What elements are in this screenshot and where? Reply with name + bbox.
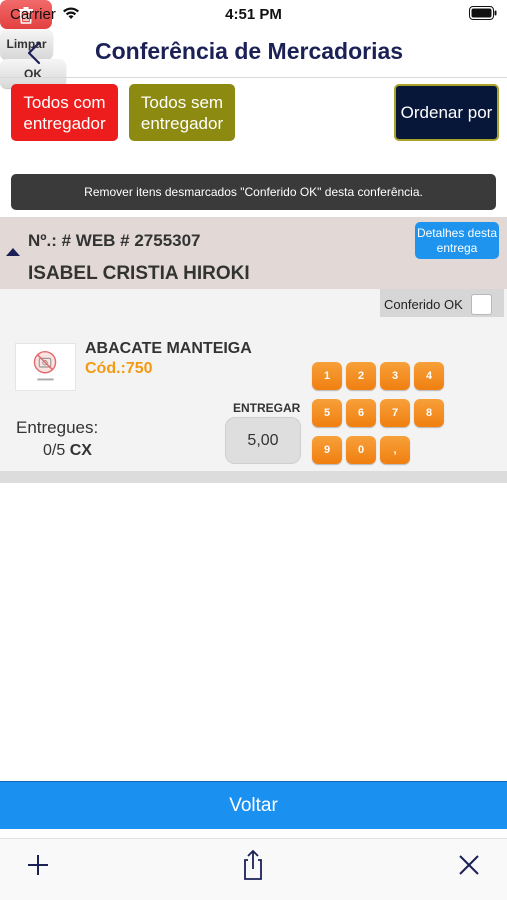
keypad-key-7[interactable]: 7 bbox=[380, 399, 410, 427]
detalhes-entrega-button[interactable]: Detalhes desta entrega bbox=[415, 222, 499, 259]
customer-name: ISABEL CRISTIA HIROKI bbox=[28, 263, 250, 284]
navigation-bar: Conferência de Mercadorias bbox=[0, 30, 507, 78]
keypad-key-9[interactable]: 9 bbox=[312, 436, 342, 464]
conferido-ok-checkbox[interactable] bbox=[471, 294, 492, 315]
entregues-label: Entregues: bbox=[16, 418, 99, 437]
keypad-key-6[interactable]: 6 bbox=[346, 399, 376, 427]
product-code: Cód.:750 bbox=[85, 360, 153, 377]
delivery-header[interactable]: Nº.: # WEB # 2755307 ISABEL CRISTIA HIRO… bbox=[0, 217, 507, 289]
todos-com-entregador-button[interactable]: Todos com entregador bbox=[11, 84, 118, 141]
battery-icon bbox=[469, 6, 497, 20]
keypad-key-comma[interactable]: , bbox=[380, 436, 410, 464]
voltar-button[interactable]: Voltar bbox=[0, 781, 507, 829]
todos-sem-entregador-button[interactable]: Todos sem entregador bbox=[129, 84, 235, 141]
remove-unchecked-button[interactable]: Remover itens desmarcados "Conferido OK"… bbox=[11, 174, 496, 210]
collapse-arrow-icon[interactable] bbox=[6, 248, 20, 256]
order-number: Nº.: # WEB # 2755307 bbox=[28, 231, 201, 250]
conferido-ok-label: Conferido OK bbox=[384, 297, 463, 312]
entregar-quantity-field[interactable]: 5,00 bbox=[225, 417, 301, 464]
keypad-key-0[interactable]: 0 bbox=[346, 436, 376, 464]
keypad-key-4[interactable]: 4 bbox=[414, 362, 444, 390]
close-icon[interactable] bbox=[452, 848, 486, 882]
clock: 4:51 PM bbox=[225, 6, 282, 23]
entregues-unit: CX bbox=[69, 442, 92, 459]
keypad-key-1[interactable]: 1 bbox=[312, 362, 342, 390]
entregues-count: 0/5 bbox=[43, 442, 66, 459]
entregar-label: ENTREGAR bbox=[233, 401, 301, 415]
status-bar: Carrier 4:51 PM bbox=[0, 0, 507, 30]
share-icon[interactable] bbox=[236, 848, 270, 882]
page-title: Conferência de Mercadorias bbox=[95, 38, 404, 64]
no-photo-icon bbox=[15, 343, 76, 391]
keypad-key-5[interactable]: 5 bbox=[312, 399, 342, 427]
ordenar-por-button[interactable]: Ordenar por bbox=[394, 84, 499, 141]
keypad-key-2[interactable]: 2 bbox=[346, 362, 376, 390]
keypad-key-8[interactable]: 8 bbox=[414, 399, 444, 427]
item-divider bbox=[0, 471, 507, 483]
keypad-key-3[interactable]: 3 bbox=[380, 362, 410, 390]
back-chevron-icon[interactable] bbox=[18, 36, 52, 70]
plus-icon[interactable] bbox=[21, 848, 55, 882]
product-name: ABACATE MANTEIGA bbox=[85, 340, 252, 357]
entregues-value: 0/5 CX bbox=[43, 442, 92, 460]
